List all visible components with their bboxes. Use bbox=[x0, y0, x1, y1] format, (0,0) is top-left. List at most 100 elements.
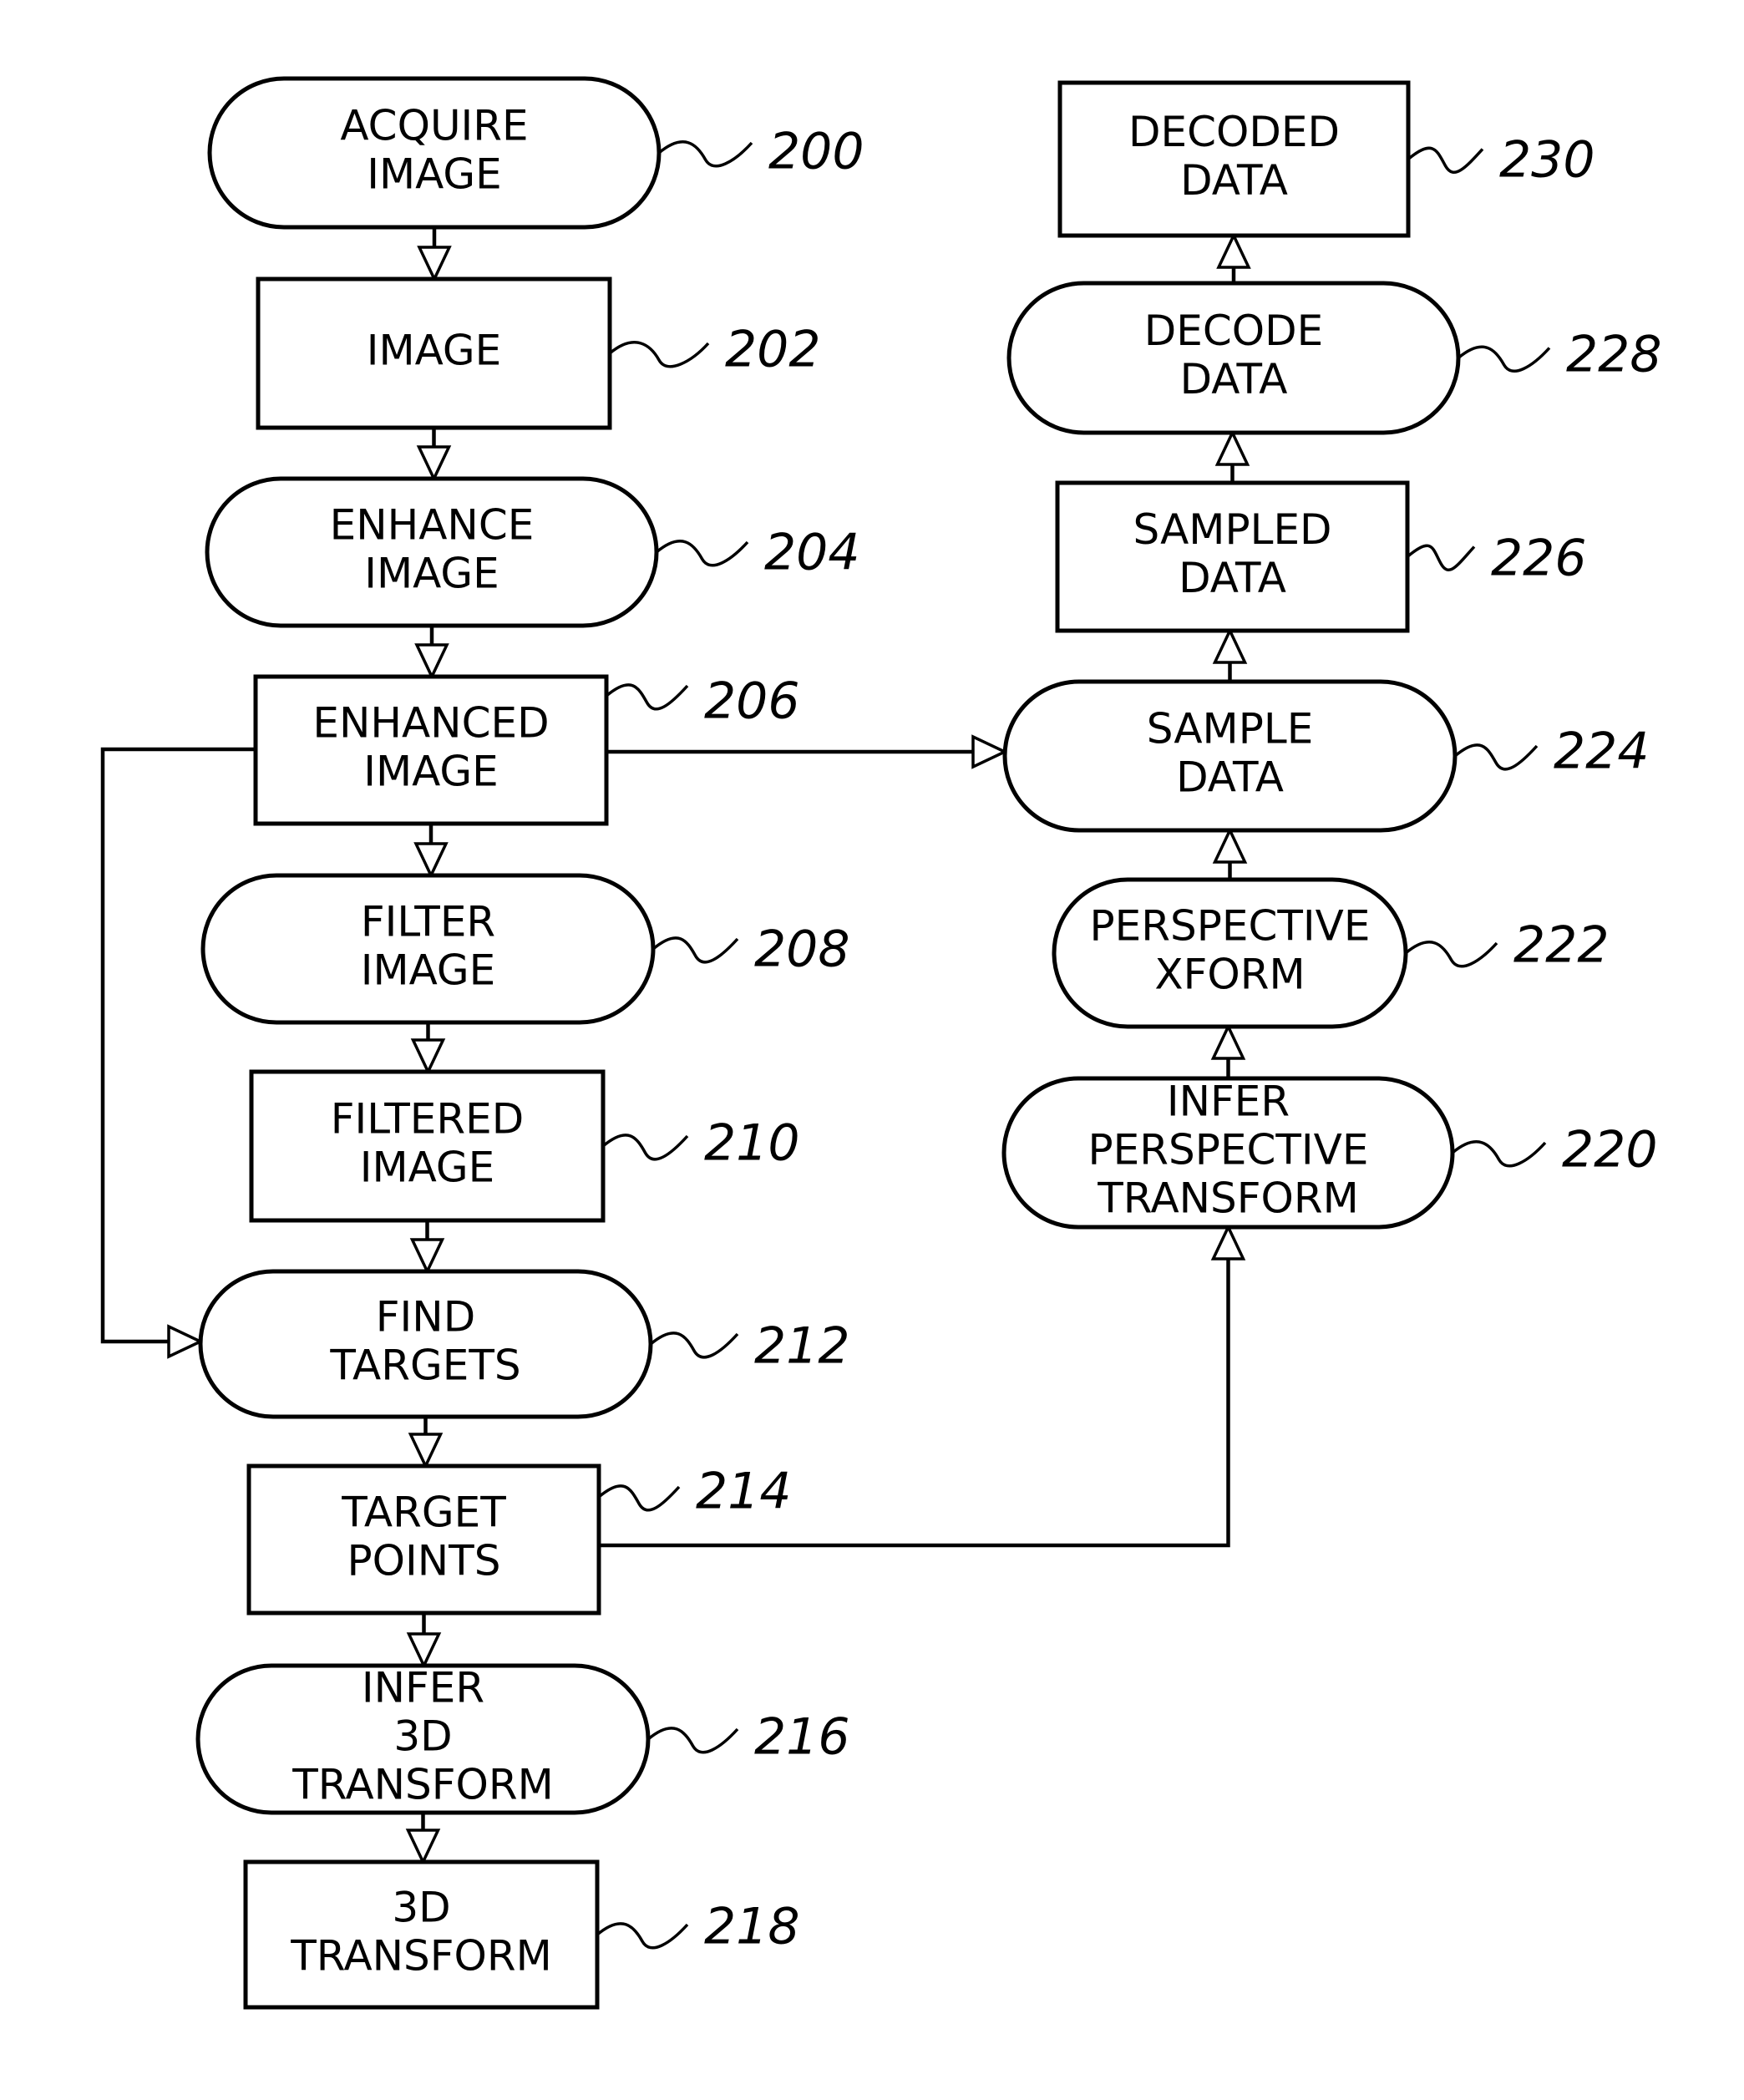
edges-layer bbox=[100, 227, 1251, 1866]
node-220: INFERPERSPECTIVETRANSFORM 220 bbox=[1001, 1076, 1658, 1230]
reference-numeral: 226 bbox=[1491, 530, 1587, 588]
reference-leader-line bbox=[1453, 743, 1539, 771]
node-label-line: POINTS bbox=[347, 1537, 501, 1585]
reference-leader-line bbox=[657, 140, 753, 168]
node-226: SAMPLEDDATA 226 bbox=[1055, 480, 1587, 633]
node-label-line: TRANSFORM bbox=[292, 1761, 554, 1809]
node-label-line: 3D bbox=[392, 1884, 450, 1932]
reference-leader-line bbox=[646, 1727, 739, 1754]
node-label-line: FIND bbox=[376, 1293, 475, 1342]
reference-numeral: 200 bbox=[768, 123, 864, 181]
edge-202-204-arrowhead bbox=[416, 445, 452, 483]
flowchart-canvas: ACQUIREIMAGE 200IMAGE 202ENHANCEIMAGE 204EN… bbox=[100, 76, 1662, 2010]
reference-leader-line bbox=[601, 1134, 689, 1161]
reference-numeral: 202 bbox=[725, 321, 821, 379]
node-216: INFER3DTRANSFORM 216 bbox=[195, 1663, 850, 1815]
reference-leader-line bbox=[1404, 941, 1498, 968]
node-202: IMAGE 202 bbox=[256, 276, 821, 430]
edge-216-218-arrowhead bbox=[405, 1829, 441, 1866]
node-label-line: SAMPLE bbox=[1147, 705, 1314, 753]
edge-206-208-arrowhead bbox=[413, 842, 449, 880]
node-label-line: ACQUIRE bbox=[340, 102, 528, 150]
node-210: FILTEREDIMAGE 210 bbox=[249, 1069, 800, 1223]
reference-leader-line bbox=[605, 683, 689, 711]
node-label-line: TARGET bbox=[341, 1489, 506, 1537]
node-label-line: PERSPECTIVE bbox=[1088, 1126, 1369, 1174]
reference-numeral: 214 bbox=[696, 1463, 792, 1521]
node-label-line: DECODE bbox=[1144, 307, 1323, 355]
edge-206-212 bbox=[100, 747, 256, 1344]
node-label-line: ENHANCED bbox=[312, 699, 549, 748]
reference-leader-line bbox=[651, 936, 739, 964]
node-label-line: INFER bbox=[1167, 1078, 1290, 1126]
edge-210-212-arrowhead bbox=[409, 1238, 445, 1276]
reference-numeral: 208 bbox=[754, 921, 850, 979]
edge-200-202-arrowhead bbox=[417, 246, 452, 283]
node-label-line: DATA bbox=[1180, 156, 1288, 205]
node-214: TARGETPOINTS 214 bbox=[246, 1463, 792, 1616]
reference-numeral: 222 bbox=[1513, 916, 1610, 975]
edge-224-226-arrowhead bbox=[1212, 626, 1248, 664]
node-224: SAMPLEDATA 224 bbox=[1002, 679, 1650, 833]
node-label-line: IMAGE bbox=[367, 327, 502, 375]
node-label-line: PERSPECTIVE bbox=[1090, 902, 1371, 951]
reference-leader-line bbox=[1451, 1140, 1547, 1168]
edge-214-220-arrowhead bbox=[1210, 1223, 1246, 1261]
edge-204-206-arrowhead bbox=[414, 643, 449, 681]
edge-214-216-arrowhead bbox=[406, 1632, 442, 1670]
edge-220-222-arrowhead bbox=[1210, 1022, 1246, 1060]
reference-leader-line bbox=[1406, 544, 1476, 571]
node-228: DECODEDATA 228 bbox=[1006, 281, 1662, 435]
edge-206-224-arrowhead bbox=[971, 734, 1009, 769]
reference-leader-line bbox=[608, 341, 710, 368]
reference-leader-line bbox=[1407, 146, 1484, 174]
node-label-line: IMAGE bbox=[361, 946, 496, 995]
reference-numeral: 204 bbox=[764, 524, 860, 582]
node-208: FILTERIMAGE 208 bbox=[200, 873, 850, 1025]
edge-226-228-arrowhead bbox=[1214, 429, 1250, 466]
node-label-line: ENHANCE bbox=[330, 501, 535, 550]
reference-numeral: 224 bbox=[1554, 723, 1650, 781]
reference-numeral: 216 bbox=[754, 1708, 850, 1767]
node-label-line: INFER bbox=[362, 1664, 484, 1712]
node-label-line: FILTERED bbox=[331, 1095, 524, 1144]
reference-leader-line bbox=[1457, 345, 1551, 373]
node-label-line: 3D bbox=[393, 1712, 452, 1761]
reference-leader-line bbox=[649, 1332, 739, 1359]
edge-212-214-arrowhead bbox=[408, 1433, 444, 1470]
node-label-line: DECODED bbox=[1128, 108, 1340, 156]
node-label-line: XFORM bbox=[1154, 951, 1305, 999]
reference-numeral: 212 bbox=[754, 1317, 850, 1376]
node-label-line: IMAGE bbox=[364, 550, 499, 598]
reference-numeral: 230 bbox=[1499, 131, 1595, 190]
edge-228-230-arrowhead bbox=[1216, 231, 1251, 269]
node-label-line: TRANSFORM bbox=[1097, 1174, 1359, 1223]
node-label-line: DATA bbox=[1180, 355, 1288, 403]
reference-numeral: 210 bbox=[704, 1114, 800, 1173]
edge-214-220 bbox=[599, 1259, 1230, 1548]
node-label-line: IMAGE bbox=[367, 150, 502, 199]
node-label-line: DATA bbox=[1179, 554, 1286, 602]
node-label-line: TRANSFORM bbox=[290, 1932, 552, 1981]
node-label-line: TARGETS bbox=[329, 1342, 520, 1390]
node-204: ENHANCEIMAGE 204 bbox=[205, 476, 860, 628]
node-label-line: IMAGE bbox=[360, 1144, 495, 1192]
node-200: ACQUIREIMAGE 200 bbox=[207, 76, 864, 230]
edge-208-210-arrowhead bbox=[410, 1038, 446, 1076]
node-212: FINDTARGETS 212 bbox=[198, 1269, 850, 1419]
reference-leader-line bbox=[596, 1922, 689, 1950]
node-230: DECODEDDATA 230 bbox=[1057, 80, 1595, 238]
reference-numeral: 228 bbox=[1566, 326, 1662, 384]
reference-numeral: 220 bbox=[1562, 1121, 1658, 1179]
edge-222-224-arrowhead bbox=[1212, 826, 1248, 864]
node-label-line: FILTER bbox=[361, 898, 495, 946]
node-222: PERSPECTIVEXFORM 222 bbox=[1052, 877, 1610, 1029]
node-218: 3DTRANSFORM 218 bbox=[243, 1859, 800, 2010]
edge-206-212-arrowhead bbox=[167, 1324, 205, 1359]
reference-leader-line bbox=[597, 1484, 681, 1512]
reference-leader-line bbox=[655, 540, 749, 567]
reference-numeral: 206 bbox=[704, 672, 800, 731]
node-label-line: DATA bbox=[1176, 753, 1284, 802]
node-label-line: SAMPLED bbox=[1133, 505, 1331, 554]
node-label-line: IMAGE bbox=[363, 748, 499, 796]
